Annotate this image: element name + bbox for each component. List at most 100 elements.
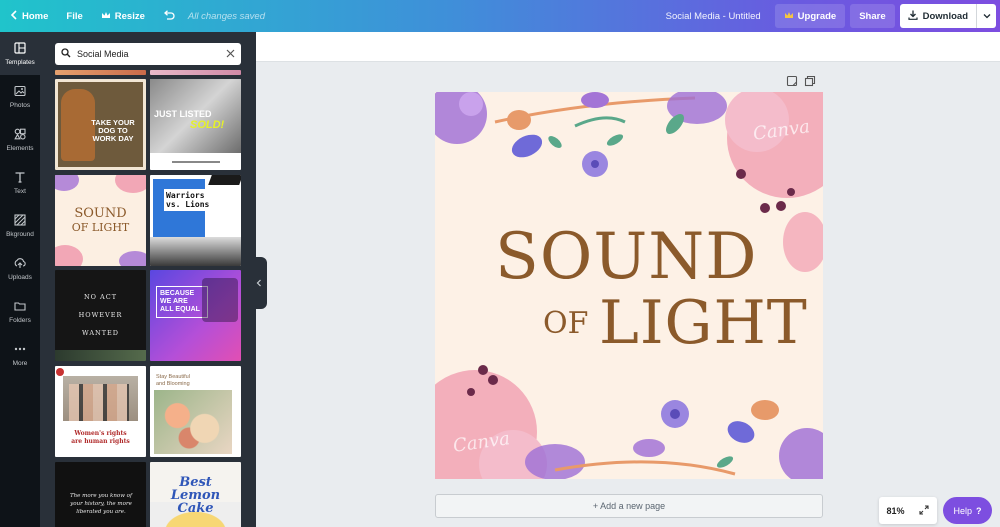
resize-label: Resize: [114, 10, 145, 22]
template-text: WANTED: [81, 329, 120, 337]
clear-search-icon[interactable]: [226, 49, 235, 60]
help-label: Help: [953, 505, 972, 516]
pattern-icon: [14, 213, 26, 228]
rail-label: More: [12, 359, 28, 367]
template-text: and Blooming: [156, 381, 190, 387]
rail-item-uploads[interactable]: Uploads: [0, 247, 40, 290]
share-label: Share: [859, 10, 886, 22]
template-text: SOLD!: [190, 119, 225, 131]
template-text: NO ACT: [83, 293, 118, 301]
rail-item-folders[interactable]: Folders: [0, 290, 40, 333]
download-label: Download: [922, 10, 968, 22]
download-main[interactable]: Download: [900, 4, 976, 28]
rail-item-more[interactable]: More: [0, 333, 40, 376]
rail-label: Photos: [9, 101, 31, 109]
design-title-line2[interactable]: LIGHT: [599, 290, 808, 356]
template-text: WE ARE: [160, 298, 188, 305]
document-title[interactable]: Social Media - Untitled: [666, 11, 775, 22]
template-text: Women's rights: [74, 430, 127, 437]
share-button[interactable]: Share: [850, 4, 895, 28]
rail-label: Bkground: [6, 230, 34, 238]
template-text: HOWEVER: [78, 311, 123, 319]
collapse-panel-button[interactable]: [251, 257, 267, 309]
side-navigation: Templates Photos Elements Text Bkground …: [0, 32, 40, 527]
template-text: SOUND: [74, 206, 127, 221]
zoom-level[interactable]: 81%: [886, 506, 904, 516]
template-lemon-cake[interactable]: Best Lemon Cake: [150, 462, 241, 527]
search-icon: [61, 48, 71, 60]
folder-icon: [14, 300, 26, 314]
template-thumbnail[interactable]: [55, 70, 146, 75]
search-input[interactable]: [77, 49, 220, 59]
design-title-of[interactable]: OF: [543, 304, 588, 344]
rail-item-text[interactable]: Text: [0, 161, 40, 204]
design-page[interactable]: Canva Canva SOUND OF LIGHT: [435, 92, 823, 479]
template-text: JUST LISTED: [154, 109, 212, 119]
template-text: your history, the more: [70, 501, 132, 507]
photo-icon: [14, 85, 26, 99]
template-no-act[interactable]: NO ACT HOWEVER WANTED: [55, 270, 146, 361]
template-search[interactable]: [55, 43, 241, 65]
chevron-left-icon: [256, 274, 262, 292]
add-page-button[interactable]: + Add a new page: [435, 494, 823, 518]
file-label: File: [66, 10, 83, 22]
template-just-listed[interactable]: JUST LISTED SOLD!: [150, 79, 241, 170]
template-text: WORK DAY: [92, 134, 134, 143]
top-bar: Home File Resize All changes saved Socia…: [0, 0, 1000, 32]
rail-label: Folders: [9, 316, 31, 324]
download-icon: [908, 10, 918, 23]
add-note-icon[interactable]: [786, 74, 798, 87]
text-icon: [14, 171, 26, 185]
duplicate-page-icon[interactable]: [804, 74, 816, 87]
undo-button[interactable]: [154, 0, 184, 32]
template-text: Stay Beautiful: [156, 374, 190, 380]
template-warriors-lions[interactable]: Warriors vs. Lions: [150, 175, 241, 266]
upgrade-button[interactable]: Upgrade: [774, 4, 846, 28]
template-all-equal[interactable]: BECAUSE WE ARE ALL EQUAL: [150, 270, 241, 361]
template-stay-beautiful[interactable]: Stay Beautiful and Blooming: [150, 366, 241, 457]
template-text: The more you know of: [69, 493, 133, 499]
design-title-line1[interactable]: SOUND: [495, 224, 758, 290]
resize-button[interactable]: Resize: [92, 0, 154, 32]
file-menu[interactable]: File: [57, 0, 91, 32]
shapes-icon: [14, 128, 26, 142]
rail-item-elements[interactable]: Elements: [0, 118, 40, 161]
editor-toolbar: [256, 32, 1000, 62]
crown-icon: [784, 11, 794, 22]
save-status: All changes saved: [187, 10, 265, 22]
rail-item-background[interactable]: Bkground: [0, 204, 40, 247]
templates-icon: [14, 41, 26, 56]
more-icon: [14, 343, 26, 357]
template-text: ALL EQUAL: [160, 306, 200, 313]
rail-item-templates[interactable]: Templates: [0, 32, 40, 75]
undo-icon: [163, 9, 175, 23]
template-womens-rights[interactable]: Women's rights are human rights: [55, 366, 146, 457]
home-button[interactable]: Home: [0, 0, 57, 32]
rail-label: Uploads: [8, 273, 32, 281]
fullscreen-icon[interactable]: [919, 504, 930, 517]
template-thumbnail[interactable]: [150, 70, 241, 75]
template-text: OF LIGHT: [71, 221, 130, 234]
templates-panel: TAKE YOUR DOG TO WORK DAY JUST LISTED SO…: [40, 32, 256, 527]
template-text: liberated you are.: [76, 509, 126, 515]
upgrade-label: Upgrade: [797, 10, 837, 22]
template-sound-of-light[interactable]: SOUND OF LIGHT: [55, 175, 146, 266]
rail-label: Text: [14, 187, 26, 195]
rail-label: Templates: [5, 58, 35, 66]
template-text: are human rights: [71, 438, 130, 445]
download-button[interactable]: Download: [899, 4, 996, 28]
template-text: Warriors: [166, 191, 205, 200]
rail-label: Elements: [6, 144, 34, 152]
crown-icon: [101, 11, 111, 22]
zoom-control[interactable]: 81%: [879, 497, 937, 524]
upload-icon: [14, 257, 26, 271]
template-history-quote[interactable]: The more you know of your history, the m…: [55, 462, 146, 527]
question-icon: ?: [976, 505, 982, 516]
rail-item-photos[interactable]: Photos: [0, 75, 40, 118]
template-text: Cake: [177, 501, 214, 516]
template-text: vs. Lions: [166, 200, 210, 209]
help-button[interactable]: Help ?: [943, 497, 992, 524]
download-options-button[interactable]: [976, 4, 996, 28]
page-tools: [786, 74, 816, 87]
template-dog-work-day[interactable]: TAKE YOUR DOG TO WORK DAY: [55, 79, 146, 170]
